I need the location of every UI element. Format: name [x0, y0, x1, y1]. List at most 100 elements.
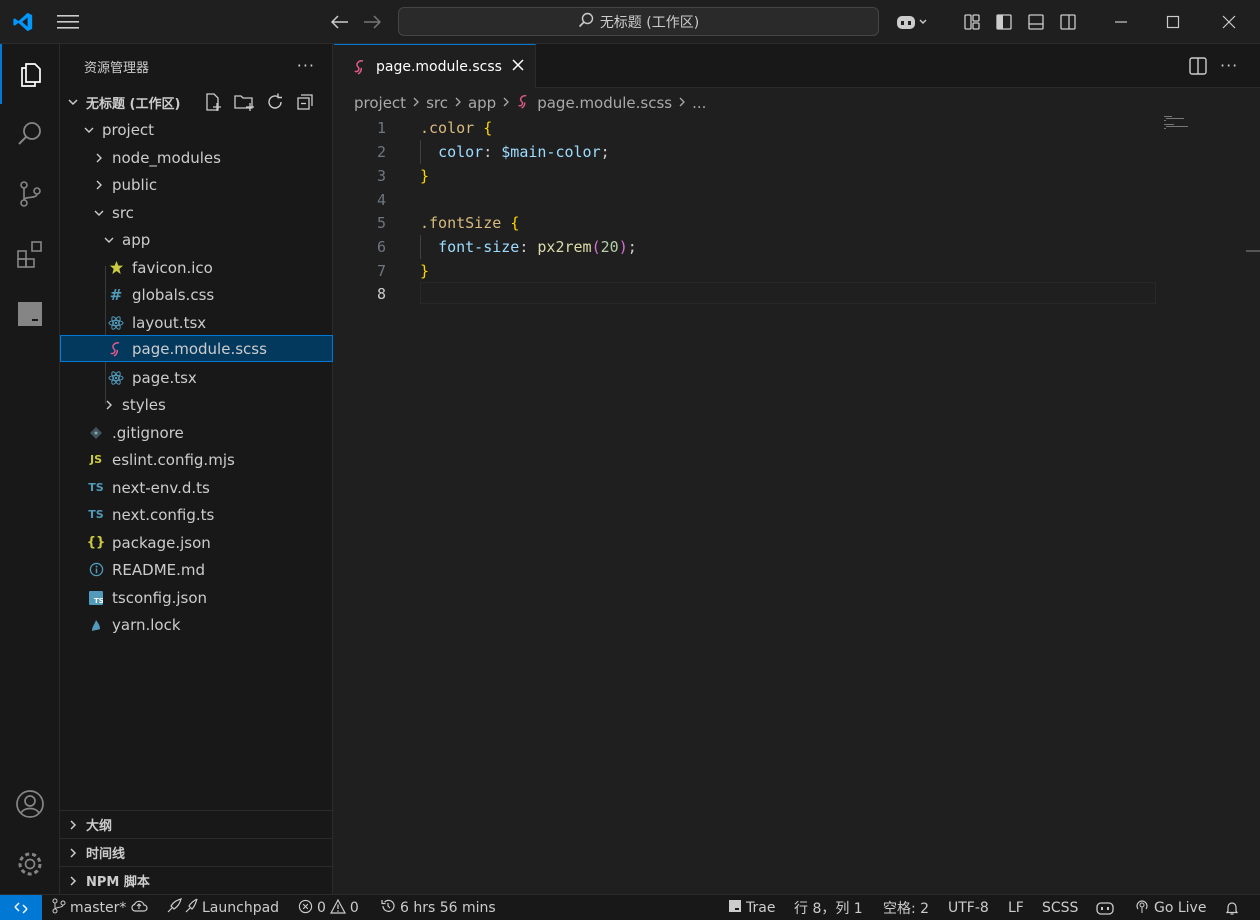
problems-status[interactable]: 0 0	[298, 895, 359, 920]
trae-label: Trae	[746, 900, 776, 916]
tree-item-favicon[interactable]: favicon.ico	[60, 254, 333, 281]
close-icon[interactable]	[511, 57, 525, 76]
launchpad-status[interactable]: Launchpad	[166, 895, 279, 920]
panel-label: 大纲	[86, 819, 113, 834]
breadcrumb: project src app page.module.scss ...	[354, 90, 706, 116]
gear-icon[interactable]	[0, 834, 60, 894]
remote-indicator-icon[interactable]	[0, 895, 42, 920]
breadcrumb-item[interactable]: src	[426, 94, 448, 112]
breadcrumb-item[interactable]: project	[354, 94, 406, 112]
panel-label: 时间线	[86, 847, 126, 862]
extensions-icon[interactable]	[0, 224, 60, 284]
tab-page-module-scss[interactable]: page.module.scss	[334, 44, 536, 88]
tree-item-project[interactable]: project	[60, 116, 333, 143]
tree-item-page-tsx[interactable]: page.tsx	[60, 364, 333, 391]
breadcrumb-item[interactable]: app	[468, 94, 496, 112]
trae-icon	[728, 899, 742, 917]
minimap[interactable]	[1164, 116, 1244, 136]
tree-item-styles[interactable]: styles	[60, 391, 333, 418]
breadcrumb-item[interactable]: ...	[692, 94, 706, 112]
tree-item-label: tsconfig.json	[112, 588, 208, 607]
explorer-header: 资源管理器 ···	[60, 44, 333, 88]
toggle-primary-sidebar-icon[interactable]	[992, 0, 1016, 44]
tree-item-globals-css[interactable]: # globals.css	[60, 281, 333, 308]
tree-item-next-env[interactable]: TS next-env.d.ts	[60, 474, 333, 501]
token: {	[483, 119, 493, 137]
token: ;	[627, 238, 637, 256]
notifications-bell-icon[interactable]	[1224, 895, 1240, 920]
explorer-icon[interactable]	[0, 44, 60, 104]
indentation-status[interactable]: 空格: 2	[883, 895, 929, 920]
tree-item-next-config[interactable]: TS next.config.ts	[60, 501, 333, 528]
command-center-search[interactable]: 无标题 (工作区)	[398, 7, 879, 36]
maximize-icon[interactable]	[1150, 0, 1196, 44]
toggle-secondary-sidebar-icon[interactable]	[1056, 0, 1080, 44]
go-live-status[interactable]: Go Live	[1134, 895, 1206, 920]
refresh-icon[interactable]	[265, 92, 285, 116]
tree-item-gitignore[interactable]: .gitignore	[60, 419, 333, 446]
code-line: 2 color: $main-color;	[334, 140, 1260, 164]
toggle-panel-icon[interactable]	[1024, 0, 1048, 44]
workspace-root[interactable]: 无标题 (工作区)	[60, 88, 333, 116]
code-editor[interactable]: 1 .color { 2 color: $main-color; 3 } 4 5…	[334, 116, 1260, 894]
tree-item-node-modules[interactable]: node_modules	[60, 144, 333, 171]
more-actions-icon[interactable]: ···	[297, 56, 315, 75]
ts-file-icon: TS	[88, 508, 104, 521]
forward-arrow-icon[interactable]	[360, 0, 384, 44]
panel-outline[interactable]: 大纲	[60, 810, 333, 838]
copilot-icon[interactable]	[892, 0, 932, 44]
customize-layout-icon[interactable]	[960, 0, 984, 44]
token: 20	[600, 238, 619, 256]
json-file-icon: {}	[86, 535, 106, 550]
menu-icon[interactable]	[54, 0, 82, 44]
minimize-icon[interactable]	[1098, 0, 1144, 44]
broadcast-icon	[1134, 898, 1150, 918]
cursor-position[interactable]: 行 8，列 1	[794, 895, 863, 920]
tree-item-label: yarn.lock	[112, 615, 181, 634]
line-number: 5	[376, 214, 386, 232]
eol-status[interactable]: LF	[1008, 895, 1024, 920]
breadcrumb-item[interactable]: page.module.scss	[537, 94, 672, 112]
tree-item-eslint-config[interactable]: JS eslint.config.mjs	[60, 446, 333, 473]
panel-timeline[interactable]: 时间线	[60, 838, 333, 866]
tree-item-label: README.md	[112, 560, 206, 579]
tree-item-layout-tsx[interactable]: layout.tsx	[60, 309, 333, 336]
trae-status[interactable]: Trae	[728, 895, 775, 920]
token: }	[420, 262, 430, 280]
tree-item-tsconfig[interactable]: TS tsconfig.json	[60, 584, 333, 611]
star-file-icon	[108, 260, 124, 275]
tree-item-app[interactable]: app	[60, 226, 333, 253]
search-icon[interactable]	[0, 104, 60, 164]
editor-more-actions-icon[interactable]: ···	[1220, 56, 1238, 75]
token: color	[438, 143, 484, 161]
split-editor-icon[interactable]	[1188, 56, 1208, 80]
language-mode[interactable]: SCSS	[1042, 895, 1078, 920]
time-tracking-status[interactable]: 6 hrs 56 mins	[380, 895, 496, 920]
tree-item-label: app	[122, 230, 151, 249]
close-window-icon[interactable]	[1206, 0, 1252, 44]
source-control-icon[interactable]	[0, 164, 60, 224]
line-number: 7	[376, 262, 386, 280]
collapse-all-icon[interactable]	[295, 92, 315, 116]
tree-item-package-json[interactable]: {} package.json	[60, 529, 333, 556]
tree-item-readme[interactable]: README.md	[60, 556, 333, 583]
terminal-panel-icon[interactable]	[0, 284, 60, 344]
back-arrow-icon[interactable]	[328, 0, 352, 44]
tree-item-src[interactable]: src	[60, 199, 333, 226]
panel-npm-scripts[interactable]: NPM 脚本	[60, 866, 333, 894]
token: :	[519, 238, 538, 256]
account-icon[interactable]	[0, 774, 60, 834]
chevron-right-icon	[66, 875, 80, 887]
encoding-status[interactable]: UTF-8	[948, 895, 989, 920]
token: ;	[600, 143, 610, 161]
tree-item-public[interactable]: public	[60, 171, 333, 198]
scss-file-icon	[516, 94, 531, 113]
tree-item-yarn-lock[interactable]: yarn.lock	[60, 611, 333, 638]
error-icon	[298, 899, 313, 918]
new-file-icon[interactable]	[203, 92, 223, 116]
token: :	[483, 143, 502, 161]
tree-item-page-module-scss[interactable]: page.module.scss	[60, 335, 333, 362]
new-folder-icon[interactable]	[233, 92, 255, 116]
copilot-status-icon[interactable]	[1096, 895, 1114, 920]
branch-status[interactable]: master*	[52, 895, 148, 920]
